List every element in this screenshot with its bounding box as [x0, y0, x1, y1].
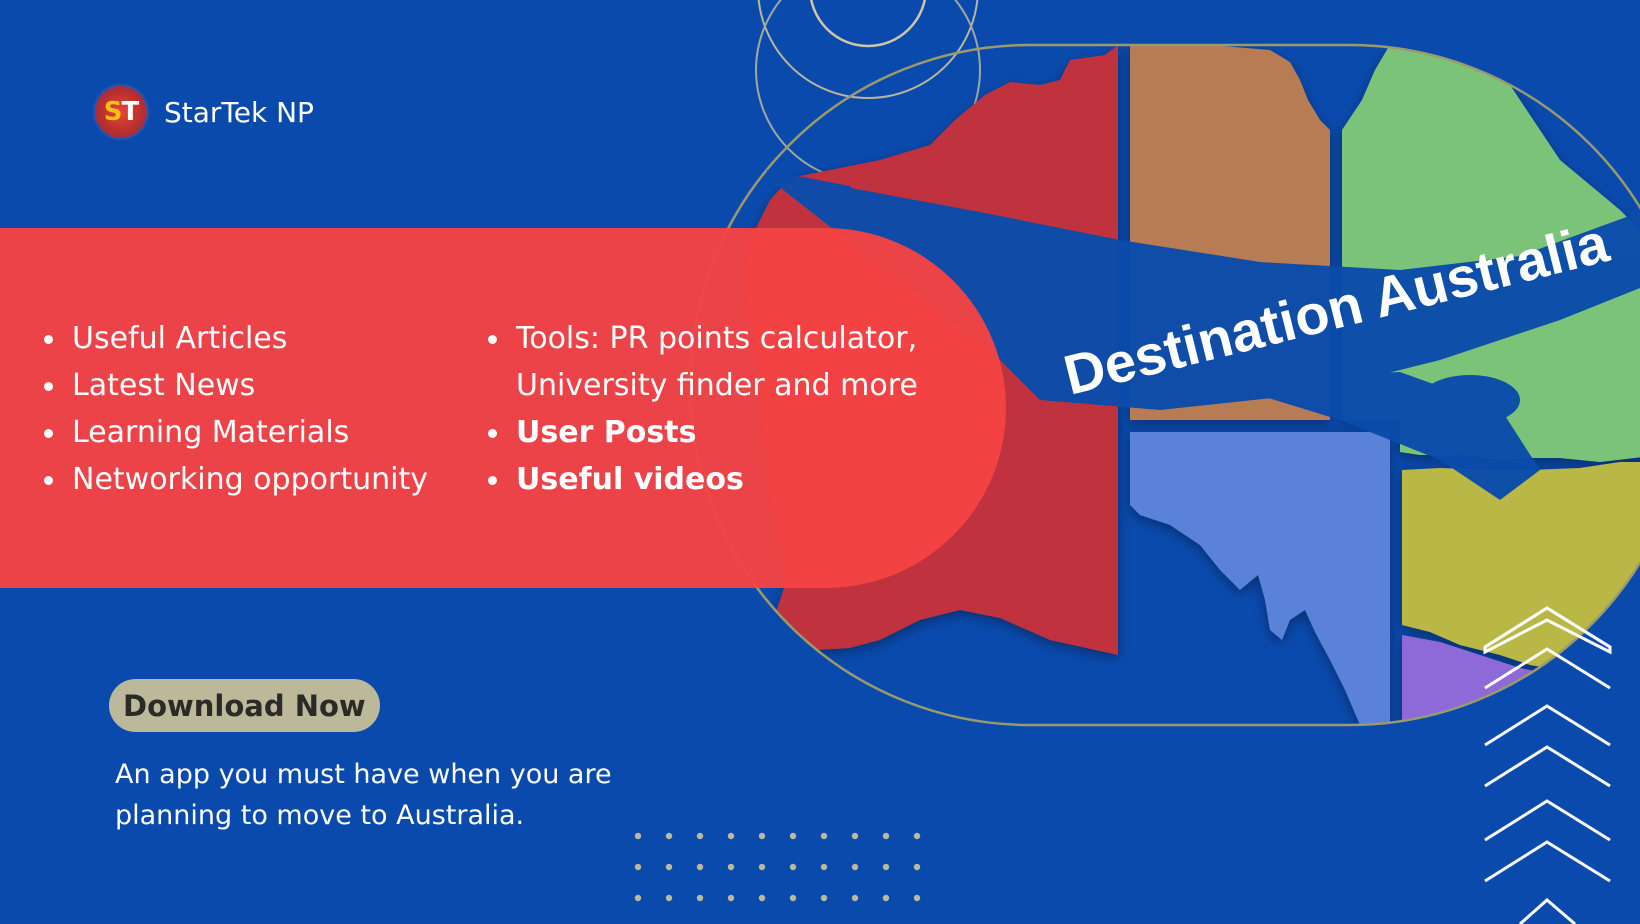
- feature-item: Useful Articles: [42, 315, 428, 362]
- download-now-button[interactable]: Download Now: [109, 679, 380, 732]
- dot: [665, 894, 673, 902]
- dot: [758, 894, 766, 902]
- dot: [820, 894, 828, 902]
- feature-item: Learning Materials: [42, 409, 428, 456]
- dot: [851, 863, 859, 871]
- dot: [696, 894, 704, 902]
- dot: [696, 832, 704, 840]
- dot: [727, 863, 735, 871]
- dot: [634, 863, 642, 871]
- dot: [820, 863, 828, 871]
- dot: [727, 832, 735, 840]
- brand-name: StarTek NP: [164, 95, 314, 129]
- deco-circle-1: [809, 0, 927, 48]
- dot: [634, 894, 642, 902]
- dot: [913, 832, 921, 840]
- dot: [913, 863, 921, 871]
- brand-logo-letters: ST: [103, 97, 139, 127]
- features-list-left: Useful Articles Latest News Learning Mat…: [42, 315, 428, 503]
- dot: [789, 863, 797, 871]
- chevron-up-icon: [1519, 898, 1576, 924]
- dot: [851, 894, 859, 902]
- dot: [665, 863, 673, 871]
- features-list-right: Tools: PR points calculator, University …: [486, 315, 946, 503]
- dot: [696, 863, 704, 871]
- dot: [758, 863, 766, 871]
- brand: ST StarTek NP: [95, 86, 314, 138]
- promo-banner: Destination Australia ST StarTek NP Usef…: [0, 0, 1640, 924]
- chevron-up-icon: [1484, 799, 1611, 883]
- deco-circle-2: [757, 0, 979, 99]
- dot: [882, 863, 890, 871]
- map-region-sa: [1130, 432, 1390, 725]
- dot: [789, 894, 797, 902]
- feature-item: Latest News: [42, 362, 428, 409]
- feature-item: User Posts: [486, 409, 946, 456]
- dot: [851, 832, 859, 840]
- tagline: An app you must have when you are planni…: [115, 759, 612, 831]
- dot-grid-decoration: [634, 832, 921, 902]
- dot: [789, 832, 797, 840]
- dot: [913, 894, 921, 902]
- dot: [882, 894, 890, 902]
- brand-logo: ST: [95, 86, 147, 138]
- dot: [820, 832, 828, 840]
- dot: [882, 832, 890, 840]
- feature-item: Useful videos: [486, 456, 946, 503]
- feature-item: Tools: PR points calculator, University …: [486, 315, 946, 409]
- chevron-up-icon: [1484, 704, 1611, 788]
- feature-item: Networking opportunity: [42, 456, 428, 503]
- dot: [727, 894, 735, 902]
- dot: [758, 832, 766, 840]
